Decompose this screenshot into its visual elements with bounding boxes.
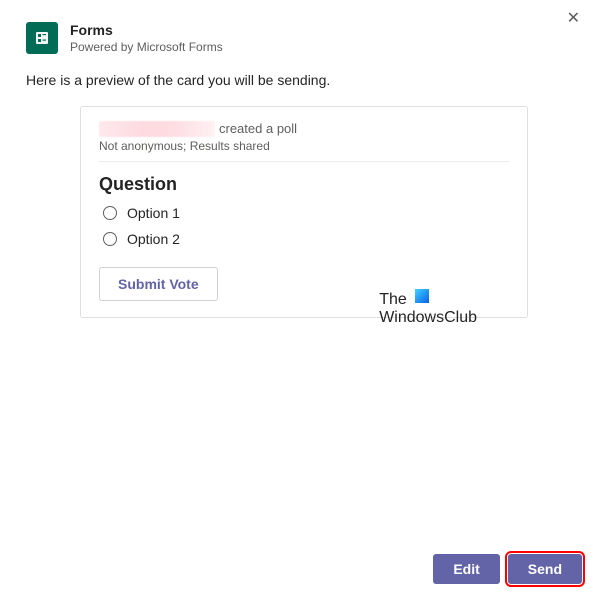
poll-question: Question	[99, 174, 509, 195]
forms-poll-preview-dialog: ✕ Forms Powered by Microsoft Forms Here …	[0, 0, 600, 318]
poll-creator-row: created a poll	[99, 121, 509, 138]
close-button[interactable]: ✕	[567, 8, 580, 28]
poll-option[interactable]: Option 2	[103, 231, 509, 247]
app-subtitle: Powered by Microsoft Forms	[70, 39, 223, 56]
dialog-header: Forms Powered by Microsoft Forms	[26, 22, 574, 56]
radio-icon	[103, 232, 117, 246]
poll-visibility-text: Not anonymous; Results shared	[99, 139, 509, 153]
poll-meta-block: created a poll Not anonymous; Results sh…	[99, 121, 509, 163]
watermark-logo-icon	[415, 289, 429, 303]
forms-app-icon	[26, 22, 58, 54]
send-button[interactable]: Send	[508, 554, 582, 584]
created-a-poll-text: created a poll	[219, 121, 297, 138]
submit-vote-button[interactable]: Submit Vote	[99, 267, 218, 301]
poll-option[interactable]: Option 1	[103, 205, 509, 221]
edit-button[interactable]: Edit	[433, 554, 499, 584]
app-title: Forms	[70, 22, 223, 39]
radio-icon	[103, 206, 117, 220]
dialog-footer: Edit Send	[433, 554, 582, 584]
preview-description: Here is a preview of the card you will b…	[26, 72, 574, 88]
watermark-line1: The	[379, 291, 407, 308]
poll-option-label: Option 1	[127, 205, 180, 221]
redacted-author-name	[99, 121, 215, 137]
close-icon: ✕	[567, 10, 580, 27]
watermark: The WindowsClub	[379, 291, 477, 328]
poll-option-label: Option 2	[127, 231, 180, 247]
watermark-line2: WindowsClub	[379, 309, 477, 326]
poll-preview-card: created a poll Not anonymous; Results sh…	[80, 106, 528, 319]
